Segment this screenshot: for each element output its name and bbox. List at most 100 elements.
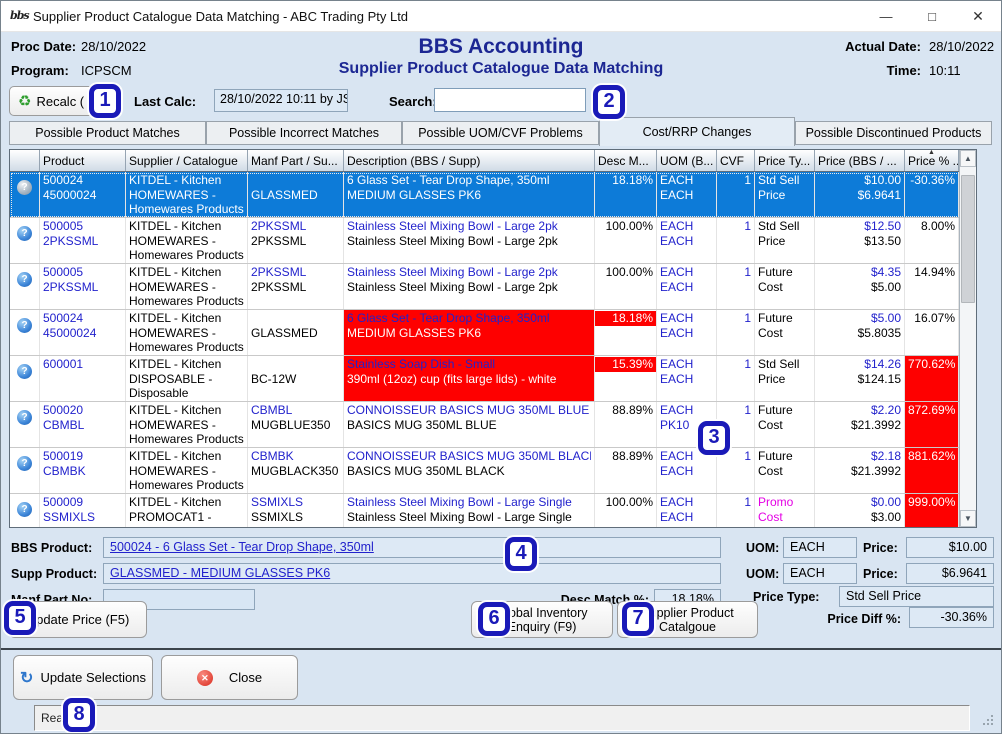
table-row[interactable]: ?500019CBMBKKITDEL - KitchenHOMEWARES -H…	[10, 448, 976, 494]
actual-date-label: Actual Date:	[836, 39, 921, 54]
close-window-button[interactable]: ✕	[955, 1, 1001, 32]
column-header[interactable]: Product	[40, 150, 126, 171]
price-type-label: Price Type:	[753, 590, 819, 604]
proc-date-value: 28/10/2022	[81, 39, 146, 54]
panel-divider	[1, 648, 1001, 650]
column-header[interactable]: Price Ty...	[755, 150, 815, 171]
question-icon: ?	[10, 448, 40, 493]
cell-manf-part: GLASSMED	[248, 172, 344, 217]
cell-supplier-catalogue: KITDEL - KitchenHOMEWARES -Homewares Pro…	[126, 218, 248, 263]
column-header[interactable]: ▲Price % ...	[905, 150, 959, 171]
callout-3: 3	[698, 421, 730, 455]
time-label: Time:	[836, 63, 921, 78]
cell-price-type: Std SellPrice	[755, 218, 815, 263]
update-selections-button[interactable]: ↻ Update Selections	[13, 655, 153, 700]
column-header[interactable]: Supplier / Catalogue	[126, 150, 248, 171]
table-row[interactable]: ?5000052PKSSMLKITDEL - KitchenHOMEWARES …	[10, 264, 976, 310]
cell-desc-match: 18.18%	[595, 310, 657, 355]
column-header[interactable]: Desc M...	[595, 150, 657, 171]
callout-6: 6	[478, 602, 510, 636]
update-price-label: Update Price (F5)	[27, 612, 130, 627]
table-row[interactable]: ?500009SSMIXLSKITDEL - KitchenPROMOCAT1 …	[10, 494, 976, 528]
column-header[interactable]: Description (BBS / Supp)	[344, 150, 595, 171]
cell-product: 500019CBMBK	[40, 448, 126, 493]
cell-cvf: 1	[717, 172, 755, 217]
cell-cvf: 1	[717, 264, 755, 309]
tab-cost-rrp-changes[interactable]: Cost/RRP Changes	[599, 117, 795, 146]
table-row[interactable]: ?600001 KITDEL - KitchenDISPOSABLE -Disp…	[10, 356, 976, 402]
supp-product-field: GLASSMED - MEDIUM GLASSES PK6	[103, 563, 721, 584]
maximize-button[interactable]: □	[909, 1, 955, 32]
cell-desc-match: 15.39%	[595, 356, 657, 401]
cell-description: CONNOISSEUR BASICS MUG 350ML BLACKBASICS…	[344, 448, 595, 493]
search-label: Search:	[389, 94, 437, 109]
column-header[interactable]: CVF	[717, 150, 755, 171]
results-table: ProductSupplier / CatalogueManf Part / S…	[9, 149, 977, 528]
close-button[interactable]: ✕ Close	[161, 655, 298, 700]
tab-possible-incorrect-matches[interactable]: Possible Incorrect Matches	[206, 121, 402, 145]
cell-manf-part: CBMBKMUGBLACK350	[248, 448, 344, 493]
column-header[interactable]: UOM (B...	[657, 150, 717, 171]
cell-supplier-catalogue: KITDEL - KitchenHOMEWARES -Homewares Pro…	[126, 448, 248, 493]
uom-supp-field: EACH	[783, 563, 857, 584]
cell-price-pct: 872.69%	[905, 402, 959, 447]
cell-desc-match: 88.89%	[595, 402, 657, 447]
callout-7: 7	[622, 602, 654, 636]
callout-1: 1	[89, 84, 121, 118]
window-title: Supplier Product Catalogue Data Matching…	[33, 1, 408, 32]
tab-possible-uom-cvf-problems[interactable]: Possible UOM/CVF Problems	[402, 121, 599, 145]
column-icon[interactable]	[10, 150, 40, 171]
vertical-scrollbar[interactable]: ▲ ▼	[959, 150, 976, 527]
scroll-down-icon[interactable]: ▼	[960, 510, 976, 527]
cell-cvf: 1	[717, 310, 755, 355]
cell-cvf: 1	[717, 494, 755, 528]
cell-description: 6 Glass Set - Tear Drop Shape, 350mlMEDI…	[344, 310, 595, 355]
cell-description: Stainless Steel Mixing Bowl - Large 2pkS…	[344, 218, 595, 263]
app-window: bbs Supplier Product Catalogue Data Matc…	[0, 0, 1002, 734]
bbs-product-link[interactable]: 500024 - 6 Glass Set - Tear Drop Shape, …	[110, 540, 374, 554]
cell-price-pct: -30.36%	[905, 172, 959, 217]
tab-possible-discontinued-products[interactable]: Possible Discontinued Products	[795, 121, 992, 145]
cell-price-type: FutureCost	[755, 264, 815, 309]
price-supp-label: Price:	[863, 567, 898, 581]
resize-grip-icon[interactable]	[991, 723, 993, 725]
cell-supplier-catalogue: KITDEL - KitchenDISPOSABLE -Disposable	[126, 356, 248, 401]
time-value: 10:11	[929, 63, 961, 78]
cell-cvf: 1	[717, 218, 755, 263]
program-label: Program:	[11, 63, 69, 78]
cell-price: $2.18$21.3992	[815, 448, 905, 493]
uom-bbs-field: EACH	[783, 537, 857, 558]
table-row[interactable]: ?500020CBMBLKITDEL - KitchenHOMEWARES -H…	[10, 402, 976, 448]
cell-manf-part: GLASSMED	[248, 310, 344, 355]
table-header[interactable]: ProductSupplier / CatalogueManf Part / S…	[10, 150, 976, 172]
cell-uom: EACHEACH	[657, 356, 717, 401]
status-bar: Ready	[34, 705, 970, 731]
question-icon: ?	[10, 356, 40, 401]
cell-price: $12.50$13.50	[815, 218, 905, 263]
cell-uom: EACHEACH	[657, 310, 717, 355]
cell-desc-match: 100.00%	[595, 264, 657, 309]
minimize-button[interactable]: —	[863, 1, 909, 32]
price-diff-label: Price Diff %:	[791, 612, 901, 626]
cell-uom: EACHEACH	[657, 172, 717, 217]
supp-product-link[interactable]: GLASSMED - MEDIUM GLASSES PK6	[110, 566, 330, 580]
table-row[interactable]: ?50002445000024KITDEL - KitchenHOMEWARES…	[10, 310, 976, 356]
scrollbar-thumb[interactable]	[961, 175, 975, 303]
cell-manf-part: SSMIXLSSSMIXLS	[248, 494, 344, 528]
column-header[interactable]: Manf Part / Su...	[248, 150, 344, 171]
refresh-icon: ↻	[20, 668, 33, 688]
callout-5: 5	[4, 601, 36, 635]
table-row[interactable]: ?50002445000024KITDEL - KitchenHOMEWARES…	[10, 172, 976, 218]
question-icon: ?	[10, 402, 40, 447]
cell-price: $10.00$6.9641	[815, 172, 905, 217]
scroll-up-icon[interactable]: ▲	[960, 150, 976, 167]
cell-price-pct: 14.94%	[905, 264, 959, 309]
tab-possible-product-matches[interactable]: Possible Product Matches	[9, 121, 206, 145]
search-input[interactable]	[434, 88, 586, 112]
cell-product: 5000052PKSSML	[40, 218, 126, 263]
cell-product: 500009SSMIXLS	[40, 494, 126, 528]
column-header[interactable]: Price (BBS / ...	[815, 150, 905, 171]
table-row[interactable]: ?5000052PKSSMLKITDEL - KitchenHOMEWARES …	[10, 218, 976, 264]
table-body: ?50002445000024KITDEL - KitchenHOMEWARES…	[10, 172, 976, 528]
sort-asc-icon: ▲	[928, 150, 935, 156]
